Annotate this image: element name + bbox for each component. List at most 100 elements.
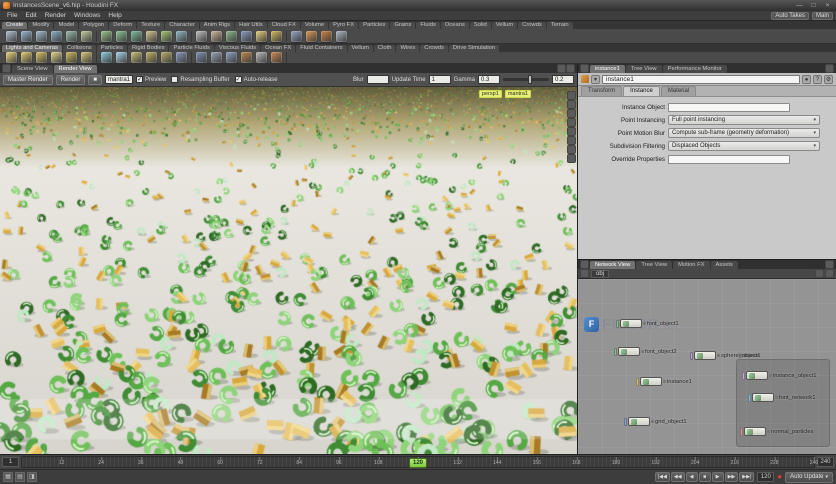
close-button[interactable]: × <box>822 2 833 9</box>
node-body[interactable] <box>640 377 662 386</box>
node-font-network1[interactable]: font_network1 <box>748 393 815 402</box>
snapshot-icon[interactable] <box>568 128 575 135</box>
shelf-tab-deform[interactable]: Deform <box>109 22 137 29</box>
record-icon[interactable]: ● <box>777 473 782 481</box>
node-body[interactable] <box>744 427 766 436</box>
line-icon[interactable] <box>81 30 92 42</box>
select-icon[interactable] <box>568 92 575 99</box>
current-frame-field[interactable]: 120 <box>757 472 775 482</box>
stereo-camera-icon[interactable] <box>196 52 207 63</box>
shelf-tab-solid[interactable]: Solid <box>469 22 491 29</box>
param-override-properties-input[interactable] <box>668 154 790 164</box>
indirect-light-icon[interactable] <box>146 52 157 63</box>
help-icon[interactable]: ? <box>813 74 822 84</box>
metaball-icon[interactable] <box>176 30 187 42</box>
frame-end-field[interactable]: 240 <box>817 457 834 467</box>
shelf-tab-particles[interactable]: Particles <box>96 45 127 52</box>
bezier-icon[interactable] <box>131 30 142 42</box>
shelf-tab-ocean-fx[interactable]: Ocean FX <box>261 45 296 52</box>
node-body[interactable] <box>628 417 650 426</box>
light-icon[interactable] <box>256 30 267 42</box>
bone-icon[interactable] <box>211 30 222 42</box>
menu-edit[interactable]: Edit <box>21 12 40 19</box>
box-icon[interactable] <box>6 30 17 42</box>
shelf-tab-rigid-bodies[interactable]: Rigid Bodies <box>127 45 169 52</box>
param-point-instancing-select[interactable]: Full point instancing ▾ <box>668 115 820 125</box>
ambient-light-icon[interactable] <box>161 52 172 63</box>
statusbar-icon-3[interactable]: ◨ <box>27 472 37 482</box>
shelf-tab-oceans[interactable]: Oceans <box>440 22 469 29</box>
pane-split-icon[interactable] <box>826 261 833 268</box>
shelf-tab-hair-utils[interactable]: Hair Utils <box>235 22 267 29</box>
pane-menu-icon[interactable] <box>581 65 588 72</box>
switcher-camera-icon[interactable] <box>211 52 222 63</box>
spot-light-icon[interactable] <box>21 52 32 63</box>
pane-maximize-icon[interactable] <box>567 65 574 72</box>
param-instance-object-input[interactable] <box>668 102 790 112</box>
parm-folder-transform[interactable]: Transform <box>581 86 623 96</box>
param-subdivision-filtering-select[interactable]: Displaced Objects ▾ <box>668 141 820 151</box>
pane-menu-icon[interactable] <box>3 65 10 72</box>
transport-jump-start-button[interactable]: |◀◀ <box>654 472 670 482</box>
geometry-light-icon[interactable] <box>51 52 62 63</box>
menu-help[interactable]: Help <box>104 12 125 19</box>
volume-light-icon[interactable] <box>66 52 77 63</box>
parm-folder-instance[interactable]: Instance <box>623 86 660 96</box>
auto-takes-button[interactable]: Auto Takes <box>771 11 809 20</box>
transport-stop-button[interactable]: ■ <box>698 472 711 482</box>
shelf-tab-vellum[interactable]: Vellum <box>491 22 518 29</box>
checkbox-preview[interactable]: ✓ Preview <box>136 76 166 83</box>
shelf-tab-particle-fluids[interactable]: Particle Fluids <box>169 45 214 52</box>
shelf-tab-character[interactable]: Character <box>165 22 199 29</box>
pane-menu-icon[interactable] <box>581 261 588 268</box>
render-canvas[interactable] <box>0 87 577 454</box>
render-plane-badge[interactable]: persp1 <box>478 90 502 98</box>
camera-icon[interactable] <box>241 30 252 42</box>
area-light-icon[interactable] <box>36 52 47 63</box>
stop-render-button[interactable]: ■ <box>88 74 102 85</box>
tube-icon[interactable] <box>36 30 47 42</box>
shelf-tab-fluids[interactable]: Fluids <box>416 22 440 29</box>
network-graph[interactable]: F FILECR .com instancefont_object1font_o… <box>578 279 836 454</box>
network-home-icon[interactable] <box>581 270 588 277</box>
gamma-field[interactable]: 0.3 <box>478 75 500 84</box>
update-time-field[interactable]: 1 <box>428 75 451 84</box>
pane-tab-tree-view[interactable]: Tree View <box>625 64 662 73</box>
shelf-tab-volume[interactable]: Volume <box>300 22 329 29</box>
pane-tab-instance1[interactable]: instance1 <box>590 64 625 73</box>
node-instance1[interactable]: instance1 <box>636 377 692 386</box>
shelf-tab-create[interactable]: Create <box>2 22 28 29</box>
bake-texture-icon[interactable] <box>241 52 252 63</box>
shelf-tab-particles[interactable]: Particles <box>359 22 390 29</box>
pane-tab-render-view[interactable]: Render View <box>53 64 97 73</box>
shelf-tab-terrain[interactable]: Terrain <box>546 22 573 29</box>
node-body[interactable] <box>746 371 768 380</box>
opengl-rop-icon[interactable] <box>336 30 347 42</box>
shelf-tab-viscous-fluids[interactable]: Viscous Fluids <box>214 45 261 52</box>
shelf-tab-fluid-containers[interactable]: Fluid Containers <box>296 45 347 52</box>
node-normal-particles[interactable]: normal_particles <box>740 427 814 436</box>
node-instance-object1[interactable]: instance_object1 <box>742 371 817 380</box>
image-plane-icon[interactable] <box>568 137 575 144</box>
exposure-slider[interactable] <box>503 75 549 84</box>
font-icon[interactable] <box>146 30 157 42</box>
curve-icon[interactable] <box>116 30 127 42</box>
menu-render[interactable]: Render <box>41 12 70 19</box>
node-font-object2[interactable]: font_object2 <box>614 347 677 356</box>
sphere-icon[interactable] <box>21 30 32 42</box>
maximize-button[interactable]: □ <box>808 2 819 9</box>
chevron-down-icon[interactable]: ▾ <box>591 74 600 84</box>
param-point-motion-blur-select[interactable]: Compute sub-frame (geometry deformation)… <box>668 128 820 138</box>
network-path-breadcrumb[interactable]: obj <box>591 269 610 278</box>
menu-windows[interactable]: Windows <box>70 12 104 19</box>
shelf-tab-texture[interactable]: Texture <box>137 22 165 29</box>
node-name-field[interactable]: instance1 <box>602 74 800 84</box>
auto-update-button[interactable]: Auto Update ▾ <box>785 471 833 483</box>
render-button[interactable]: Render <box>55 74 86 85</box>
shelf-tab-lights-and-cameras[interactable]: Lights and Cameras <box>2 45 62 52</box>
pane-tab-network-view[interactable]: Network View <box>590 260 636 269</box>
checkbox-resampling-buffer[interactable]: Resampling Buffer <box>171 76 230 83</box>
point-light-icon[interactable] <box>6 52 17 63</box>
pin-icon[interactable]: ● <box>802 74 811 84</box>
zoom-icon[interactable] <box>568 110 575 117</box>
